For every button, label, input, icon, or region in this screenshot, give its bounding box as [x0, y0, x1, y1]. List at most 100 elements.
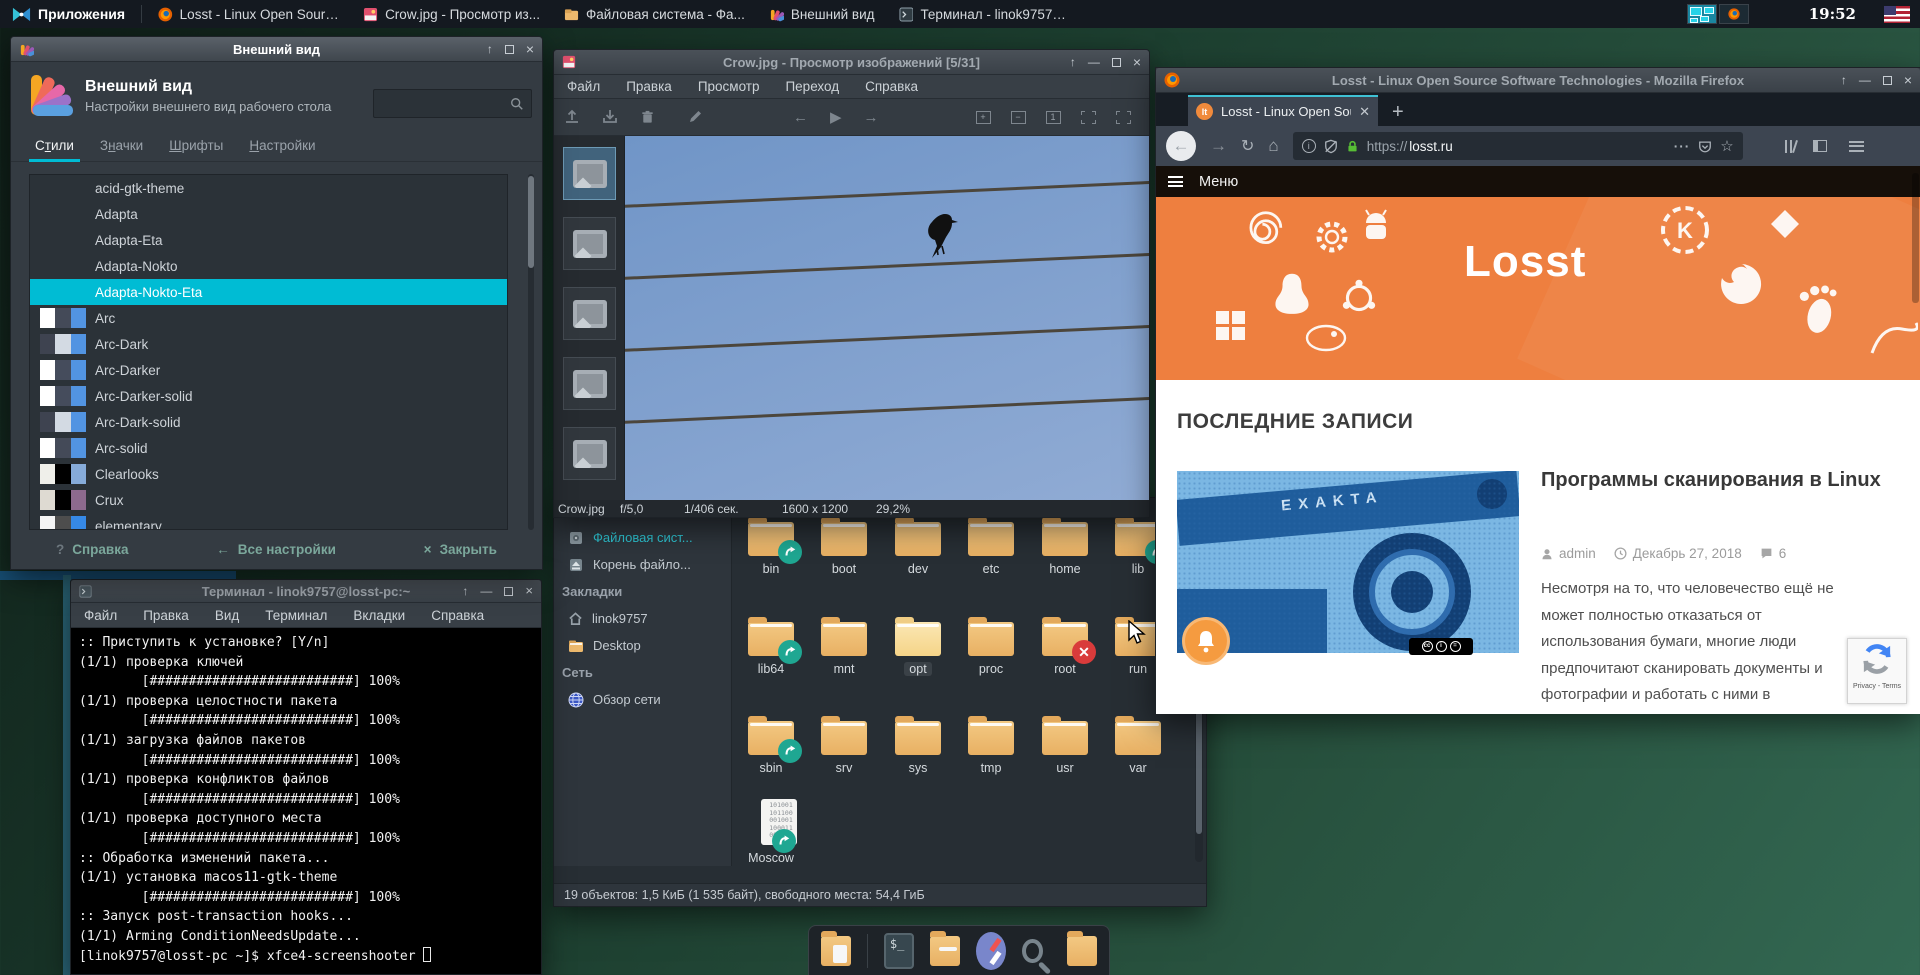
site-logo[interactable]: Losst	[1464, 237, 1586, 287]
site-info-icon[interactable]: i	[1302, 139, 1316, 153]
article-thumbnail[interactable]: EXAKTA	[1177, 471, 1519, 653]
menu-go[interactable]: Переход	[772, 75, 852, 98]
open-icon[interactable]	[564, 109, 580, 125]
folder-item-proc[interactable]: proc	[955, 616, 1027, 676]
dock-browser-icon[interactable]	[976, 932, 1006, 970]
dock-search-icon[interactable]	[1022, 939, 1043, 963]
maximize-button[interactable]	[1883, 76, 1892, 85]
tab-close-icon[interactable]: ✕	[1359, 104, 1370, 120]
tab-losst[interactable]: lt Losst - Linux Open Source ✕	[1188, 95, 1378, 126]
menu-tabs[interactable]: Вкладки	[340, 604, 418, 627]
zoom-in-button[interactable]: +	[976, 111, 991, 124]
page-scrollbar[interactable]	[1912, 173, 1919, 303]
thumbnail[interactable]	[563, 217, 616, 270]
tab-settings[interactable]: Настройки	[239, 133, 325, 161]
folder-item-opt[interactable]: opt	[882, 616, 954, 678]
image-viewer-titlebar[interactable]: Crow.jpg - Просмотр изображений [5/31] ↑…	[554, 50, 1149, 75]
close-button[interactable]: ×	[1904, 75, 1912, 85]
theme-item[interactable]: Arc-solid	[30, 435, 507, 461]
firefox-menu-icon[interactable]	[1849, 141, 1864, 152]
close-button[interactable]: ×	[1133, 57, 1141, 67]
sidebar-item-home[interactable]: linok9757	[554, 605, 731, 632]
thumbnail-selected[interactable]	[563, 147, 616, 200]
menu-file[interactable]: Файл	[554, 75, 613, 98]
tab-styles[interactable]: Стили	[25, 133, 84, 161]
search-input[interactable]	[373, 89, 532, 118]
folder-item-root[interactable]: ✕root	[1029, 616, 1101, 676]
next-image-button[interactable]: →	[864, 109, 879, 126]
theme-item[interactable]: Arc	[30, 305, 507, 331]
applications-menu[interactable]: Приложения	[0, 0, 137, 28]
sidebar-item-filesystem[interactable]: Файловая сист...	[554, 524, 731, 551]
close-window-button[interactable]: ×Закрыть	[424, 542, 497, 557]
help-button[interactable]: ?Справка	[56, 542, 128, 557]
menu-terminal[interactable]: Терминал	[252, 604, 340, 627]
close-button[interactable]: ×	[525, 586, 533, 596]
theme-item[interactable]: acid-gtk-theme	[30, 175, 507, 201]
menu-edit[interactable]: Правка	[613, 75, 685, 98]
minimize-button[interactable]: —	[1859, 75, 1871, 85]
dock-folder-icon[interactable]	[1067, 936, 1097, 966]
url-bar[interactable]: i https://losst.ru ··· ☆	[1293, 132, 1743, 160]
tab-fonts[interactable]: Шрифты	[159, 133, 233, 161]
sidebar-item-network-browse[interactable]: Обзор сети	[554, 686, 731, 713]
menu-file[interactable]: Файл	[71, 604, 130, 627]
theme-item[interactable]: elementary	[30, 513, 507, 530]
theme-item[interactable]: Clearlooks	[30, 461, 507, 487]
edit-icon[interactable]	[687, 109, 703, 125]
photo-crow-on-wires[interactable]	[625, 136, 1149, 500]
site-menu-bar[interactable]: Меню	[1156, 166, 1920, 197]
theme-item[interactable]: Arc-Dark-solid	[30, 409, 507, 435]
home-button[interactable]: ⌂	[1268, 136, 1278, 156]
taskbar-item-image-viewer[interactable]: Crow.jpg - Просмотр из...	[351, 0, 552, 28]
workspace-2[interactable]	[1719, 4, 1749, 24]
tracking-protection-icon[interactable]	[1324, 139, 1338, 154]
zoom-out-button[interactable]: −	[1011, 111, 1026, 124]
file-item-moscow[interactable]: 101001 101100 001001 100011 001011 Mosco…	[735, 799, 807, 865]
dock-folder-icon[interactable]	[930, 936, 960, 966]
theme-item[interactable]: Adapta	[30, 201, 507, 227]
theme-item[interactable]: Arc-Dark	[30, 331, 507, 357]
fullscreen-button[interactable]	[1116, 111, 1131, 124]
folder-item-etc[interactable]: etc	[955, 516, 1027, 576]
library-icon[interactable]	[1785, 140, 1799, 153]
maximize-button[interactable]	[505, 45, 514, 54]
theme-item[interactable]: Crux	[30, 487, 507, 513]
article-author[interactable]: admin	[1541, 546, 1596, 561]
article-comments[interactable]: 6	[1760, 546, 1787, 561]
theme-item[interactable]: Adapta-Nokto	[30, 253, 507, 279]
tab-icons[interactable]: Значки	[90, 133, 153, 161]
sidebar-item-root[interactable]: Корень файло...	[554, 551, 731, 578]
taskbar-item-terminal[interactable]: Терминал - linok9757@l...	[887, 0, 1092, 28]
maximize-button[interactable]	[504, 587, 513, 596]
minimize-button[interactable]: —	[1088, 57, 1100, 67]
zoom-fit-button[interactable]	[1081, 111, 1096, 124]
shade-button[interactable]: ↑	[1070, 57, 1076, 67]
theme-item-selected[interactable]: Adapta-Nokto-Eta	[30, 279, 507, 305]
notification-bell-button[interactable]	[1182, 617, 1230, 665]
menu-view[interactable]: Вид	[202, 604, 252, 627]
folder-item-srv[interactable]: srv	[808, 715, 880, 775]
recaptcha-badge[interactable]: Privacy - Terms	[1847, 638, 1907, 704]
menu-edit[interactable]: Правка	[130, 604, 202, 627]
theme-item[interactable]: Adapta-Eta	[30, 227, 507, 253]
taskbar-item-firefox[interactable]: Losst - Linux Open Sourc...	[146, 0, 351, 28]
maximize-button[interactable]	[1112, 58, 1121, 67]
previous-image-button[interactable]: ←	[793, 109, 808, 126]
keyboard-layout-us-flag[interactable]	[1884, 6, 1910, 23]
pocket-icon[interactable]	[1698, 139, 1712, 154]
panel-clock[interactable]: 19:52	[1809, 5, 1856, 23]
workspace-1[interactable]	[1687, 4, 1717, 24]
workspace-pager[interactable]	[1687, 4, 1749, 24]
new-tab-button[interactable]: +	[1378, 98, 1418, 126]
all-settings-button[interactable]: ←Все настройки	[216, 542, 336, 557]
theme-list-scrollbar[interactable]	[528, 174, 534, 530]
terminal-output[interactable]: :: Приступить к установке? [Y/n] (1/1) п…	[71, 628, 541, 974]
taskbar-item-appearance[interactable]: Внешний вид	[757, 0, 887, 28]
folder-item-dev[interactable]: dev	[882, 516, 954, 576]
folder-item-usr[interactable]: usr	[1029, 715, 1101, 775]
folder-item-bin[interactable]: bin	[735, 516, 807, 576]
taskbar-item-file-manager[interactable]: Файловая система - Фа...	[552, 0, 757, 28]
close-button[interactable]: ×	[526, 44, 534, 54]
sidebar-toggle-icon[interactable]	[1813, 140, 1827, 152]
